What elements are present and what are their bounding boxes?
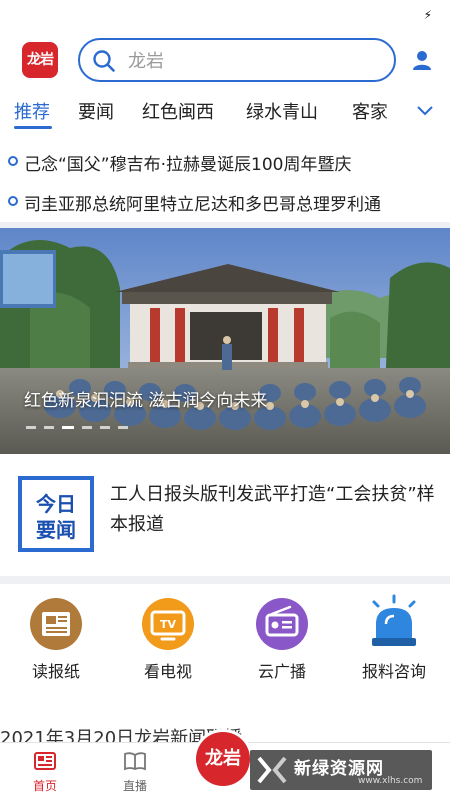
carousel-dot-active[interactable]	[62, 426, 74, 429]
tab-important-news[interactable]: 要闻	[78, 98, 114, 124]
watermark-logo-icon	[257, 756, 287, 784]
shortcut-grid: 读报纸 TV 看电视 云广播 报料咨询	[0, 594, 450, 694]
badge-line-2: 要闻	[36, 518, 76, 542]
center-logo-button[interactable]: 龙岩	[196, 732, 250, 786]
banner-image	[0, 228, 450, 454]
home-news-icon	[34, 752, 56, 770]
tab-green-mountains[interactable]: 绿水青山	[246, 98, 318, 124]
book-icon	[124, 752, 146, 771]
carousel-dot[interactable]	[82, 426, 92, 429]
radio-icon	[256, 598, 308, 650]
siren-icon	[372, 594, 416, 646]
channel-tabs: 推荐 要闻 红色闽西 绿水青山 客家	[0, 94, 450, 130]
ticker-text: 己念“国父”穆吉布·拉赫曼诞辰100周年暨庆	[24, 155, 352, 175]
today-news-badge: 今日 要闻	[18, 476, 94, 552]
status-bar: ⚡	[0, 0, 450, 30]
shortcut-watch-tv[interactable]: TV 看电视	[118, 594, 218, 690]
search-input[interactable]	[128, 48, 378, 74]
tab-recommend[interactable]: 推荐	[14, 98, 50, 124]
banner-carousel[interactable]: 红色新泉汩汩流 滋古润今向未来	[0, 228, 450, 454]
watermark: 新绿资源网 www.xlhs.com	[250, 750, 432, 790]
tab-red-minxi[interactable]: 红色闽西	[142, 98, 214, 124]
tab-hakka[interactable]: 客家	[352, 98, 388, 124]
tabbar-label: 直播	[122, 779, 147, 793]
news-ticker[interactable]: 己念“国父”穆吉布·拉赫曼诞辰100周年暨庆	[0, 146, 450, 176]
shortcut-report-consult[interactable]: 报料咨询	[344, 594, 444, 690]
newspaper-icon	[30, 598, 82, 650]
shortcut-cloud-radio[interactable]: 云广播	[232, 594, 332, 690]
section-divider	[0, 576, 450, 584]
shortcut-read-newspaper[interactable]: 读报纸	[6, 594, 106, 690]
tv-icon: TV	[142, 598, 194, 650]
svg-text:TV: TV	[160, 618, 177, 631]
app-logo[interactable]: 龙岩	[22, 42, 58, 78]
shortcut-label: 读报纸	[31, 662, 80, 681]
shortcut-label: 报料咨询	[361, 662, 426, 681]
chevron-down-icon[interactable]	[416, 104, 434, 118]
carousel-dot[interactable]	[100, 426, 110, 429]
shortcut-label: 云广播	[257, 662, 306, 681]
header: 龙岩	[0, 38, 450, 84]
badge-line-1: 今日	[36, 492, 76, 516]
today-news-headline[interactable]: 工人日报头版刊发武平打造“工会扶贫”样本报道	[110, 480, 435, 540]
news-ticker[interactable]: 司圭亚那总统阿里特立尼达和多巴哥总理罗利通	[0, 186, 450, 216]
search-bar[interactable]	[78, 38, 396, 82]
tabbar-live[interactable]: 直播	[100, 747, 170, 799]
carousel-dot[interactable]	[44, 426, 54, 429]
user-icon[interactable]	[410, 48, 434, 72]
ticker-bullet-icon	[8, 156, 18, 166]
ticker-bullet-icon	[8, 196, 18, 206]
watermark-url: www.xlhs.com	[358, 776, 423, 786]
carousel-dot[interactable]	[26, 426, 36, 429]
banner-caption: 红色新泉汩汩流 滋古润今向未来	[24, 391, 268, 411]
search-icon	[93, 50, 115, 72]
charging-bolt-icon: ⚡	[423, 8, 432, 22]
carousel-dot[interactable]	[118, 426, 128, 429]
tabbar-label: 首页	[32, 779, 57, 793]
tabbar-home[interactable]: 首页	[10, 747, 80, 799]
active-tab-indicator	[14, 126, 52, 129]
ticker-text: 司圭亚那总统阿里特立尼达和多巴哥总理罗利通	[24, 195, 381, 215]
shortcut-label: 看电视	[143, 662, 192, 681]
today-news[interactable]: 今日 要闻 工人日报头版刊发武平打造“工会扶贫”样本报道	[0, 462, 450, 574]
